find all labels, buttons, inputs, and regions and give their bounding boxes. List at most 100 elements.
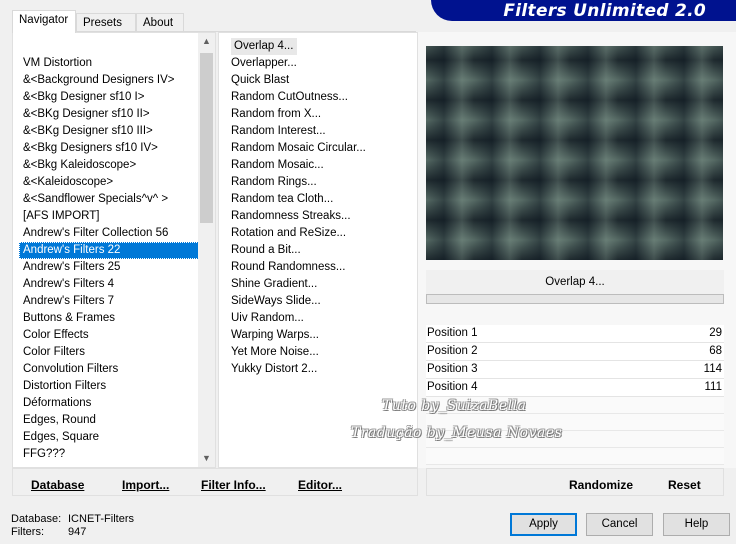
category-item[interactable]: Convolution Filters (19, 361, 199, 378)
category-item[interactable]: Edges, Square (19, 429, 199, 446)
filter-item-label: Random Interest... (231, 125, 326, 137)
tab-about[interactable]: About (136, 13, 184, 32)
category-list-panel: VM Distortion &<Background Designers IV> &… (12, 32, 216, 468)
filter-item[interactable]: Round a Bit... (228, 242, 413, 259)
filter-item-label: Overlap 4... (231, 38, 298, 55)
filter-item-label: Random CutOutness... (231, 91, 348, 103)
category-item[interactable]: Color Effects (19, 327, 199, 344)
action-bar-right: Randomize Reset (426, 468, 724, 496)
database-label: Database: (11, 513, 62, 525)
category-item[interactable]: Andrew's Filters 22 (19, 242, 199, 259)
filter-item-label: Yet More Noise... (231, 346, 319, 358)
category-item[interactable]: &<Background Designers IV> (19, 72, 199, 89)
filter-item[interactable]: Overlapper... (228, 55, 413, 72)
filter-item[interactable]: Random Rings... (228, 174, 413, 191)
category-item[interactable]: Distortion Filters (19, 378, 199, 395)
filter-item-label: SideWays Slide... (231, 295, 321, 307)
category-item[interactable]: &<BKg Designer sf10 II> (19, 106, 199, 123)
category-item[interactable]: VM Distortion (19, 55, 199, 72)
filter-item-label: Shine Gradient... (231, 278, 318, 290)
reset-button[interactable]: Reset (668, 478, 701, 492)
category-item[interactable]: &<Bkg Kaleidoscope> (19, 157, 199, 174)
filter-item[interactable]: Random tea Cloth... (228, 191, 413, 208)
scroll-up-icon[interactable]: ▲ (198, 33, 215, 50)
category-item[interactable]: Andrew's Filters 7 (19, 293, 199, 310)
param-label: Position 3 (427, 363, 478, 375)
banner-title: Filters Unlimited 2.0 (503, 1, 706, 21)
category-item[interactable]: Color Filters (19, 344, 199, 361)
database-button[interactable]: Database (31, 478, 84, 492)
category-item[interactable]: FFG??? (19, 446, 199, 463)
filter-item-label: Random from X... (231, 108, 322, 120)
filter-item-label: Rotation and ReSize... (231, 227, 347, 239)
category-scrollbar[interactable]: ▲ ▼ (198, 33, 215, 467)
filter-item[interactable]: Yet More Noise... (228, 344, 413, 361)
import-button[interactable]: Import... (122, 478, 169, 492)
filter-item[interactable]: Quick Blast (228, 72, 413, 89)
category-item[interactable]: Andrew's Filters 25 (19, 259, 199, 276)
filter-item-label: Random Mosaic... (231, 159, 324, 171)
param-row-empty (426, 448, 724, 465)
action-bar-left: Database Import... Filter Info... Editor… (12, 468, 418, 496)
filter-item-label: Warping Warps... (231, 329, 319, 341)
cancel-button[interactable]: Cancel (586, 513, 653, 536)
category-item[interactable]: &<Bkg Designer sf10 I> (19, 89, 199, 106)
filter-item[interactable]: Rotation and ReSize... (228, 225, 413, 242)
param-value: 68 (709, 345, 722, 357)
param-row[interactable]: Position 2 68 (426, 343, 724, 361)
filter-item[interactable]: Round Randomness... (228, 259, 413, 276)
filter-item[interactable]: Random Mosaic Circular... (228, 140, 413, 157)
filter-item[interactable]: Yukky Distort 2... (228, 361, 413, 378)
param-row[interactable]: Position 1 29 (426, 325, 724, 343)
param-row[interactable]: Position 3 114 (426, 361, 724, 379)
filter-item[interactable]: SideWays Slide... (228, 293, 413, 310)
filter-item[interactable]: Random CutOutness... (228, 89, 413, 106)
filter-item-label: Round a Bit... (231, 244, 301, 256)
filter-item-label: Overlapper... (231, 57, 297, 69)
filter-item[interactable]: Random Mosaic... (228, 157, 413, 174)
tab-presets[interactable]: Presets (76, 13, 136, 32)
progress-bar (426, 294, 724, 304)
filter-item-label: Uiv Random... (231, 312, 304, 324)
category-item[interactable]: &<Bkg Designers sf10 IV> (19, 140, 199, 157)
tab-navigator[interactable]: Navigator (12, 10, 76, 33)
category-item[interactable]: Déformations (19, 395, 199, 412)
category-item[interactable]: &<BKg Designer sf10 III> (19, 123, 199, 140)
category-item[interactable]: Andrew's Filters 4 (19, 276, 199, 293)
filter-item[interactable]: Warping Warps... (228, 327, 413, 344)
help-button[interactable]: Help (663, 513, 730, 536)
filter-item[interactable]: Random from X... (228, 106, 413, 123)
category-list[interactable]: VM Distortion &<Background Designers IV> &… (19, 55, 199, 465)
scroll-down-icon[interactable]: ▼ (198, 450, 215, 467)
editor-button[interactable]: Editor... (298, 478, 342, 492)
filters-label: Filters: (11, 526, 44, 538)
filter-item[interactable]: Uiv Random... (228, 310, 413, 327)
filter-info-button[interactable]: Filter Info... (201, 478, 266, 492)
category-item[interactable]: Andrew's Filter Collection 56 (19, 225, 199, 242)
filter-list[interactable]: Overlap 4... Overlapper... Quick Blast Rand… (228, 38, 413, 378)
category-item[interactable]: &<Kaleidoscope> (19, 174, 199, 191)
param-label: Position 1 (427, 327, 478, 339)
category-item[interactable]: &<Sandflower Specials^v^ > (19, 191, 199, 208)
filter-item[interactable]: Overlap 4... (228, 38, 413, 55)
param-value: 111 (704, 381, 722, 393)
randomize-button[interactable]: Randomize (569, 478, 633, 492)
filter-item-label: Random tea Cloth... (231, 193, 334, 205)
filter-item[interactable]: Shine Gradient... (228, 276, 413, 293)
filter-item[interactable]: Randomness Streaks... (228, 208, 413, 225)
filters-count: 947 (68, 526, 87, 538)
category-item[interactable]: Edges, Round (19, 412, 199, 429)
filter-item[interactable]: Random Interest... (228, 123, 413, 140)
database-value: ICNET-Filters (68, 513, 134, 525)
apply-button[interactable]: Apply (510, 513, 577, 536)
title-banner: Filters Unlimited 2.0 (431, 0, 736, 21)
preview-image (426, 46, 723, 260)
param-row[interactable]: Position 4 111 (426, 379, 724, 397)
category-item[interactable]: Buttons & Frames (19, 310, 199, 327)
param-label: Position 4 (427, 381, 478, 393)
filter-item-label: Random Mosaic Circular... (231, 142, 366, 154)
category-item[interactable]: [AFS IMPORT] (19, 208, 199, 225)
scroll-thumb[interactable] (200, 53, 213, 223)
filter-item-label: Quick Blast (231, 74, 290, 86)
filter-item-label: Round Randomness... (231, 261, 346, 273)
